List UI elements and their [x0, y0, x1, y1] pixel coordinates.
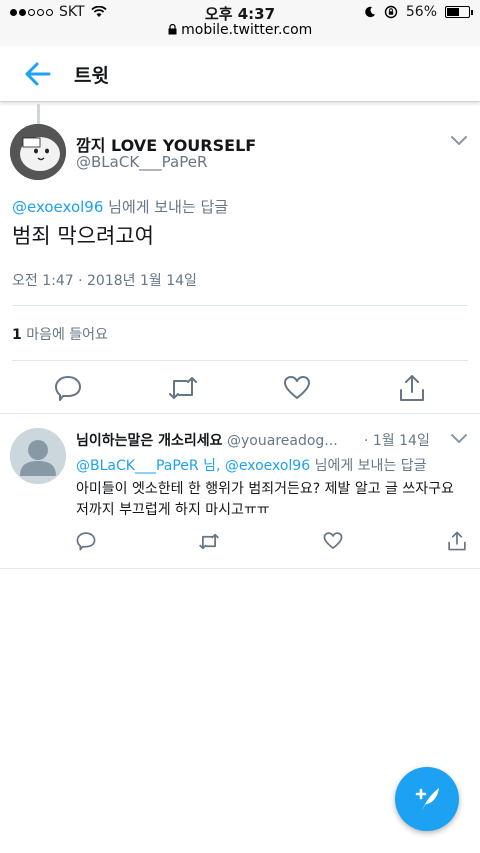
- avatar[interactable]: [10, 428, 66, 484]
- page-title: 트윗: [74, 65, 109, 87]
- top-nav: 트윗: [0, 46, 480, 102]
- compose-tweet-button[interactable]: [395, 767, 459, 831]
- lock-icon: [168, 23, 177, 35]
- reply-header: 님이하는말은 개소리세요 @youareadog...: [76, 430, 338, 450]
- default-avatar-icon: [10, 428, 66, 484]
- arrow-left-icon[interactable]: [24, 61, 52, 87]
- avatar[interactable]: [10, 124, 66, 180]
- status-bar: SKT 오후 4:37 mobile.twitter.com 56%: [0, 0, 480, 46]
- url-text: mobile.twitter.com: [181, 22, 313, 38]
- reply-to-links[interactable]: @BLaCK___PaPeR 님, @exoexol96: [76, 458, 310, 474]
- reply-author-name[interactable]: 님이하는말은 개소리세요: [76, 433, 223, 449]
- reply-author-handle[interactable]: @youareadog...: [227, 433, 338, 449]
- rotation-lock-icon: [384, 5, 398, 19]
- share-icon[interactable]: [398, 373, 426, 403]
- reply-text: 아미들이 엣소한테 한 행위가 범죄거든요? 제발 알고 글 쓰자구요 저까지 …: [76, 481, 454, 518]
- section-separator: [0, 413, 480, 414]
- thread-connector: [37, 104, 40, 124]
- author-handle[interactable]: @BLaCK___PaPeR: [76, 153, 207, 171]
- status-right: 56%: [364, 4, 473, 20]
- battery-level: [447, 8, 459, 16]
- compose-tweet-icon: [415, 788, 439, 813]
- reply-icon[interactable]: [54, 374, 82, 402]
- heart-icon[interactable]: [283, 374, 311, 402]
- likes-label: 마음에 들어요: [21, 327, 108, 343]
- likes-count: 1: [12, 327, 22, 343]
- reply-date-wrap: · 1월 14일: [364, 430, 430, 450]
- share-icon[interactable]: [447, 530, 467, 552]
- likes-stat[interactable]: 1 마음에 들어요: [12, 324, 108, 344]
- reply-context: @exoexol96 님에게 보내는 답글: [12, 196, 228, 217]
- reply-to-link[interactable]: @exoexol96: [12, 198, 103, 216]
- chevron-down-icon[interactable]: [450, 433, 468, 445]
- reply-to-suffix: 님에게 보내는 답글: [103, 198, 229, 216]
- avatar-image: [10, 124, 66, 180]
- retweet-icon[interactable]: [198, 532, 220, 551]
- battery-percent: 56%: [405, 4, 437, 20]
- moon-icon: [365, 6, 375, 18]
- reply-icon[interactable]: [76, 531, 96, 551]
- heart-icon[interactable]: [323, 531, 343, 551]
- battery-icon: [445, 6, 473, 18]
- tweet-text: 범죄 막으려고여: [12, 224, 154, 248]
- divider: [12, 360, 468, 361]
- divider: [12, 305, 468, 306]
- section-separator: [0, 568, 480, 569]
- chevron-down-icon[interactable]: [450, 135, 468, 147]
- reply-date[interactable]: · 1월 14일: [364, 433, 430, 449]
- url-bar[interactable]: mobile.twitter.com: [0, 22, 480, 38]
- retweet-icon[interactable]: [167, 374, 199, 402]
- reply-context: @BLaCK___PaPeR 님, @exoexol96 님에게 보내는 답글: [76, 455, 427, 475]
- reply-to-suffix: 님에게 보내는 답글: [310, 458, 427, 474]
- tweet-timestamp[interactable]: 오전 1:47 · 2018년 1월 14일: [12, 270, 197, 290]
